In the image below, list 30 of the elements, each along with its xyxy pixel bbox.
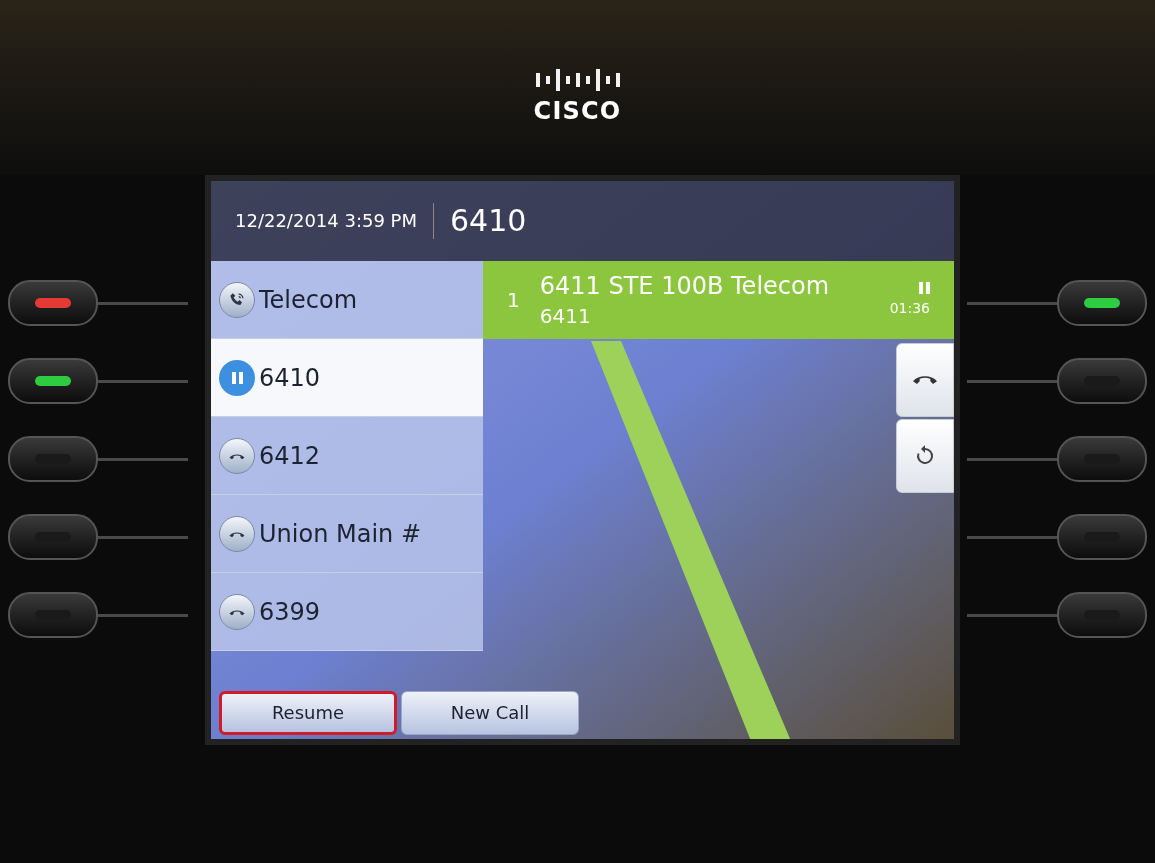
call-number: 6411 [539, 303, 592, 330]
line-label: Union Main # [259, 518, 421, 550]
line-label: 6412 [259, 440, 321, 472]
line-item[interactable]: 6410 [211, 339, 483, 417]
line-item[interactable]: 6412 [211, 417, 483, 495]
handset-icon [219, 437, 255, 474]
line-key[interactable] [8, 280, 98, 326]
softkey-button[interactable]: Resume [219, 691, 397, 735]
call-index: 1 [507, 287, 520, 314]
date-time: 12/22/2014 3:59 PM [235, 209, 417, 233]
line-item[interactable]: Telecom [211, 261, 483, 339]
call-title: 6411 STE 100B Telecom [539, 271, 831, 302]
line-label: 6410 [259, 362, 321, 394]
line-label: 6399 [259, 596, 321, 628]
line-label: Telecom [259, 284, 358, 316]
logo-text: CISCO [533, 95, 622, 127]
redial-button[interactable] [896, 419, 954, 493]
end-call-button[interactable] [896, 343, 954, 417]
pause-icon [219, 359, 255, 396]
handset-icon [219, 593, 255, 630]
call-timer: 01:36 [889, 299, 930, 318]
extension-number: 6410 [450, 203, 527, 239]
handset-icon [913, 375, 937, 385]
line-key[interactable] [1057, 280, 1147, 326]
line-item[interactable]: 6399 [211, 573, 483, 651]
handset-icon [219, 515, 255, 552]
ringing-phone-icon [219, 281, 255, 318]
line-key[interactable] [8, 358, 98, 404]
line-item[interactable]: Union Main # [211, 495, 483, 573]
softkey-button[interactable]: New Call [401, 691, 579, 735]
